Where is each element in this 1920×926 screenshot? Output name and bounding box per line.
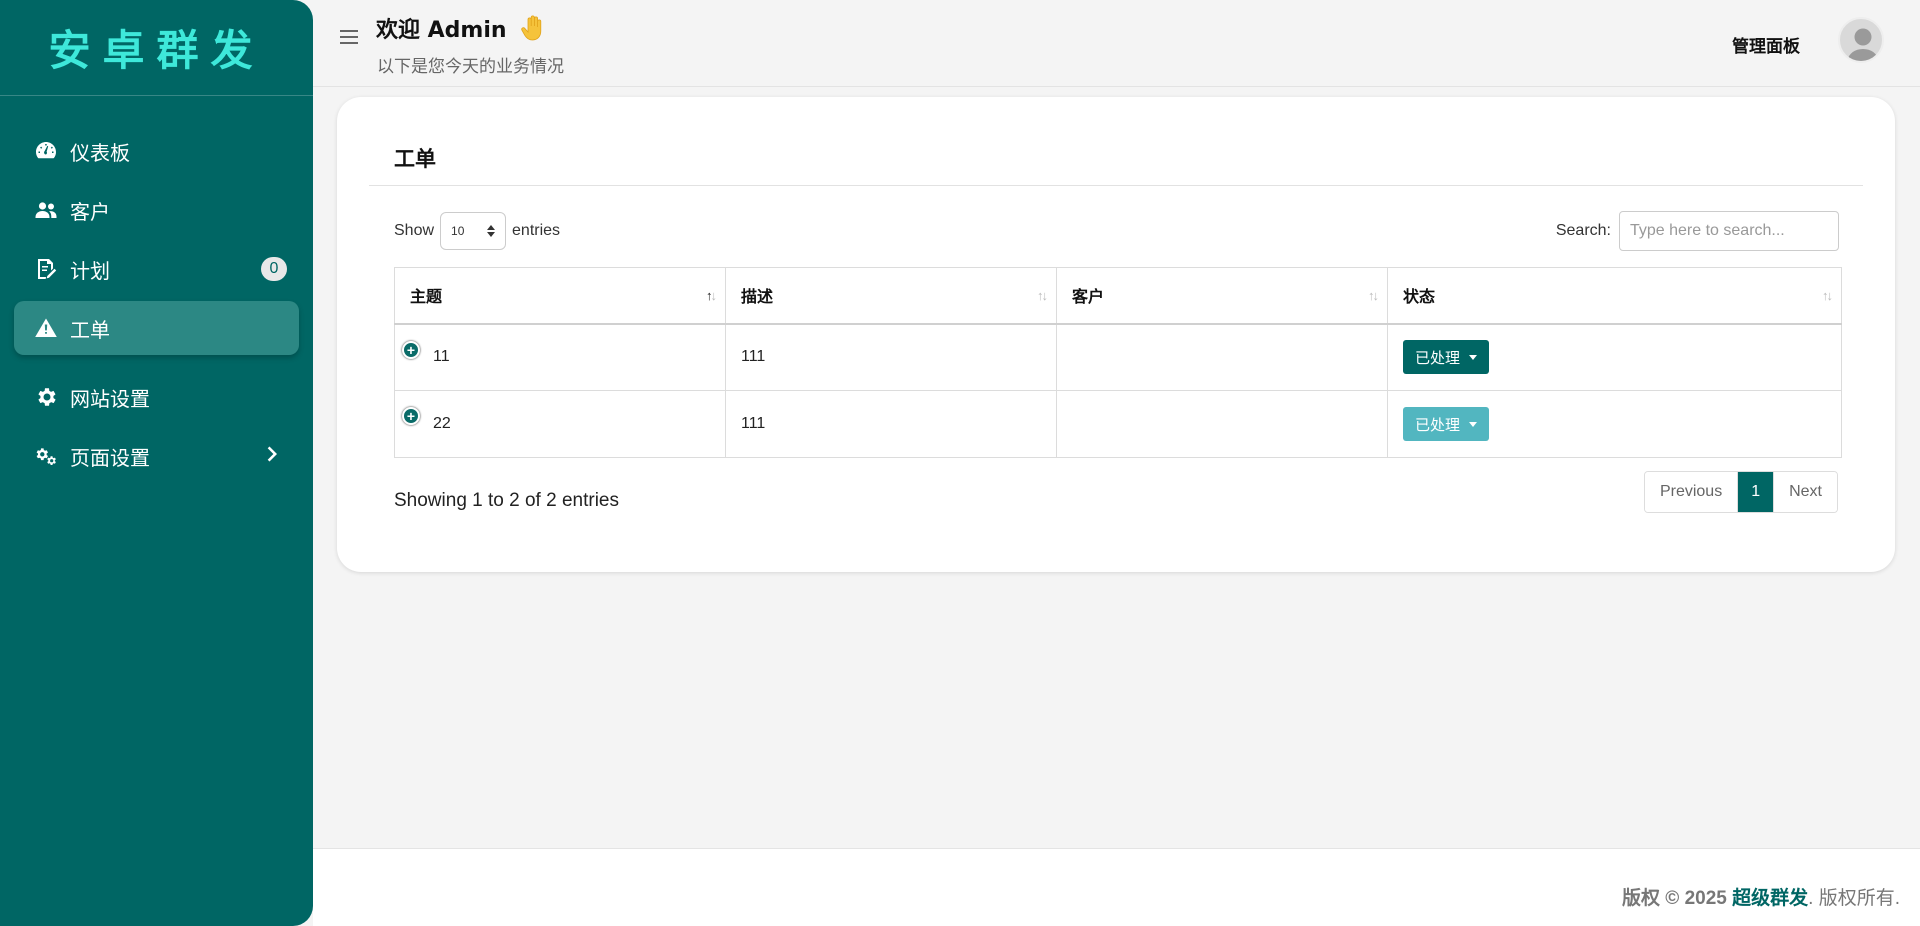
footer: 版权 © 2025 超级群发. 版权所有.	[313, 848, 1920, 926]
table-row: + 11 111 已处理	[394, 323, 1842, 391]
top-bar: 欢迎 Admin 以下是您今天的业务情况 管理面板	[313, 0, 1920, 87]
card-title: 工单	[394, 148, 436, 171]
cell-status: 已处理	[1387, 390, 1842, 458]
copyright-text: 版权 © 2025	[1622, 888, 1727, 909]
plan-count-badge: 0	[261, 257, 287, 281]
sidebar-item-label: 网站设置	[70, 388, 150, 411]
sidebar-item-customers[interactable]: 客户	[14, 183, 299, 237]
column-label: 描述	[741, 289, 774, 307]
copyright-suffix: . 版权所有.	[1808, 888, 1900, 909]
tickets-table: 主题 ↑↓ 描述 ↑↓ 客户 ↑↓ 状态 ↑↓ + 11 111 已处理 + 2…	[394, 267, 1842, 458]
cell-description: 111	[725, 323, 1057, 391]
sidebar-nav: 仪表板 客户 计划 0 工单 网站设置 页面设置	[0, 96, 313, 483]
dashboard-gauge-icon	[32, 139, 60, 163]
column-header-status[interactable]: 状态 ↑↓	[1387, 267, 1842, 325]
page-subtitle: 以下是您今天的业务情况	[377, 57, 564, 76]
sort-asc-icon: ↑↓	[706, 288, 717, 303]
avatar[interactable]	[1838, 17, 1884, 63]
cell-text: 11	[433, 348, 450, 366]
expand-row-icon[interactable]: +	[402, 407, 420, 425]
sort-icon: ↑↓	[1822, 288, 1833, 303]
caret-down-icon	[1469, 421, 1478, 427]
menu-toggle-icon[interactable]	[340, 30, 358, 46]
sidebar-item-dashboard[interactable]: 仪表板	[14, 124, 299, 178]
table-row: + 22 111 已处理	[394, 390, 1842, 458]
cell-status: 已处理	[1387, 323, 1842, 391]
cell-text: 22	[433, 415, 451, 432]
edit-document-icon	[32, 257, 60, 281]
column-label: 状态	[1403, 289, 1436, 307]
gears-icon	[32, 444, 60, 468]
show-label: Show	[394, 222, 435, 239]
column-label: 主题	[410, 289, 443, 307]
page-length-select[interactable]: 10	[440, 212, 507, 250]
table-info: Showing 1 to 2 of 2 entries	[394, 490, 619, 511]
next-page-button[interactable]: Next	[1773, 472, 1837, 512]
page-title: 欢迎 Admin	[376, 12, 546, 48]
column-header-subject[interactable]: 主题 ↑↓	[394, 267, 726, 325]
caret-down-icon	[1469, 354, 1478, 360]
brand-title[interactable]: 安卓群发	[48, 17, 264, 78]
cell-subject: + 22	[394, 390, 726, 458]
page-length-value: 10	[451, 224, 465, 238]
sort-icon: ↑↓	[1368, 288, 1379, 303]
status-dropdown-button[interactable]: 已处理	[1403, 407, 1490, 441]
cell-customer	[1056, 323, 1388, 391]
sidebar-item-label: 页面设置	[70, 447, 150, 470]
entries-label: entries	[512, 222, 561, 239]
sidebar-item-label: 客户	[70, 201, 110, 224]
search-control: Search:	[1556, 211, 1839, 251]
sidebar: 安卓群发 仪表板 客户 计划 0 工单 网站设置 页面设置	[0, 0, 313, 926]
page-1-button[interactable]: 1	[1738, 472, 1774, 512]
sidebar-item-label: 仪表板	[70, 142, 130, 165]
tickets-card: 工单 Show 10 entries Search: 主题 ↑↓ 描述 ↑↓ 客户 ↑…	[337, 97, 1895, 572]
cell-description: 111	[725, 390, 1057, 458]
expand-row-icon[interactable]: +	[402, 340, 420, 359]
welcome-text: 欢迎 Admin	[376, 18, 507, 43]
pagination: Previous 1 Next	[1643, 471, 1838, 513]
sidebar-item-tickets[interactable]: 工单	[14, 301, 299, 355]
table-header-row: 主题 ↑↓ 描述 ↑↓ 客户 ↑↓ 状态 ↑↓	[394, 267, 1842, 325]
status-label: 已处理	[1415, 349, 1461, 367]
column-header-customer[interactable]: 客户 ↑↓	[1056, 267, 1388, 325]
brand: 安卓群发	[0, 0, 313, 96]
sidebar-item-label: 工单	[70, 319, 110, 342]
footer-brand-link[interactable]: 超级群发	[1732, 888, 1808, 909]
sort-icon: ↑↓	[1037, 288, 1048, 303]
gear-icon	[32, 385, 60, 409]
divider	[369, 185, 1863, 186]
status-dropdown-button[interactable]: 已处理	[1403, 340, 1490, 375]
previous-page-button[interactable]: Previous	[1644, 472, 1739, 512]
users-icon	[32, 198, 60, 222]
sidebar-item-page-settings[interactable]: 页面设置	[14, 429, 299, 483]
sidebar-item-label: 计划	[70, 260, 110, 283]
column-label: 客户	[1072, 289, 1105, 307]
copyright: 版权 © 2025 超级群发. 版权所有.	[1622, 883, 1900, 910]
sidebar-item-plan[interactable]: 计划 0	[14, 242, 299, 296]
page-length-control: Show 10 entries	[394, 212, 560, 250]
cell-customer	[1056, 390, 1388, 458]
waving-hand-icon	[520, 14, 546, 48]
status-label: 已处理	[1415, 416, 1461, 434]
warning-icon	[32, 316, 60, 340]
cell-subject: + 11	[394, 323, 726, 391]
search-label: Search:	[1555, 222, 1611, 239]
select-arrows-icon	[487, 225, 496, 237]
chevron-right-icon	[267, 445, 281, 465]
search-input[interactable]	[1619, 211, 1839, 251]
column-header-description[interactable]: 描述 ↑↓	[725, 267, 1057, 325]
sidebar-item-site-settings[interactable]: 网站设置	[14, 370, 299, 424]
admin-panel-link[interactable]: 管理面板	[1732, 32, 1800, 57]
